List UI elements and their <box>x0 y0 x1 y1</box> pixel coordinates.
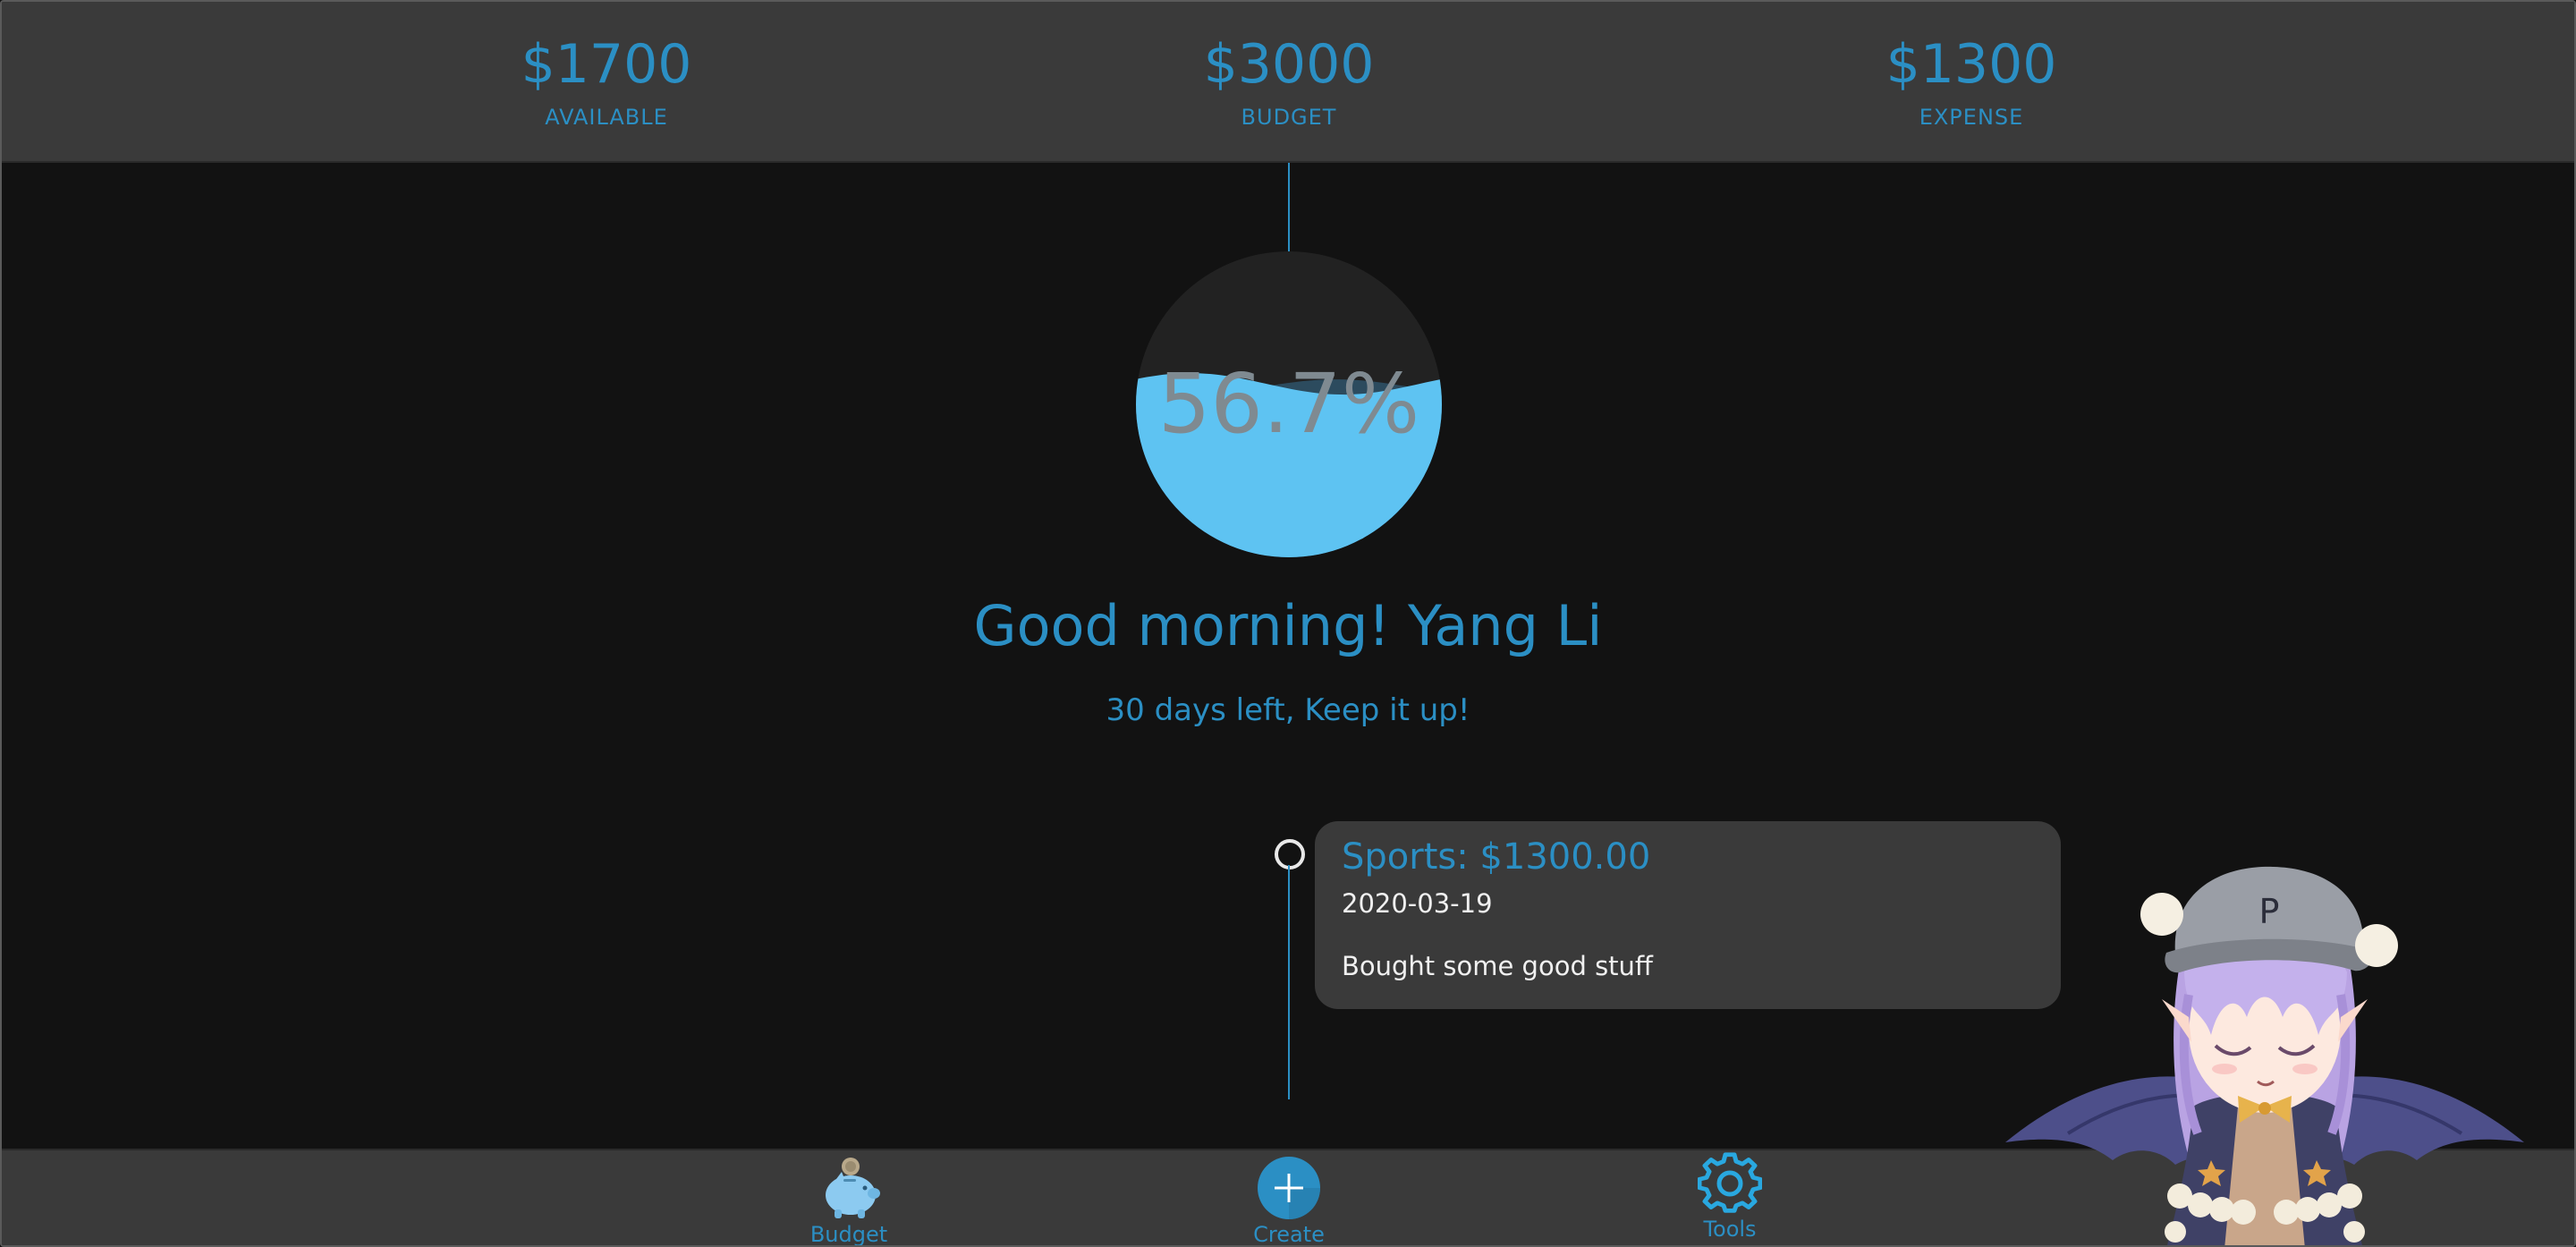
nav-create[interactable]: Create <box>1199 1150 1378 1247</box>
nav-budget-label: Budget <box>809 1222 888 1247</box>
water-wave-graphic <box>1136 251 1442 557</box>
app-window: $1700 AVAILABLE $3000 BUDGET $1300 EXPEN… <box>0 0 2576 1247</box>
available-stat: $1700 AVAILABLE <box>428 32 785 131</box>
budget-amount: $3000 <box>1203 33 1375 96</box>
expense-stat: $1300 EXPENSE <box>1792 32 2150 131</box>
available-label: AVAILABLE <box>545 105 668 130</box>
expense-amount: $1300 <box>1885 33 2057 96</box>
svg-text:P: P <box>2259 892 2280 931</box>
greeting-subtitle: 30 days left, Keep it up! <box>1106 692 1470 728</box>
timeline-line-bottom <box>1288 865 1290 1099</box>
nav-create-label: Create <box>1253 1222 1325 1247</box>
nav-tools-label: Tools <box>1703 1217 1757 1242</box>
mascot-character-image: P <box>2005 866 2524 1245</box>
budget-label: BUDGET <box>1241 105 1337 130</box>
entry-date: 2020-03-19 <box>1342 888 1493 919</box>
entry-title: Sports: $1300.00 <box>1342 836 1651 878</box>
summary-header: $1700 AVAILABLE $3000 BUDGET $1300 EXPEN… <box>2 2 2574 163</box>
available-amount: $1700 <box>521 33 692 96</box>
timeline-dot <box>1275 839 1305 870</box>
budget-stat: $3000 BUDGET <box>1110 32 1468 131</box>
piggy-bank-icon <box>826 1158 880 1218</box>
budget-progress-circle: 56.7% <box>1136 251 1442 557</box>
water-fill <box>1136 373 1442 557</box>
nav-budget[interactable]: Budget <box>759 1150 938 1247</box>
entry-note: Bought some good stuff <box>1342 951 1653 981</box>
gear-icon <box>1698 1152 1762 1213</box>
greeting-title: Good morning! Yang Li <box>973 593 1603 658</box>
nav-tools[interactable]: Tools <box>1640 1150 1819 1245</box>
expense-entry-card[interactable]: Sports: $1300.00 2020-03-19 Bought some … <box>1315 821 2061 1009</box>
expense-label: EXPENSE <box>1919 105 2024 130</box>
timeline-line-top <box>1288 163 1290 252</box>
plus-icon <box>1258 1157 1320 1219</box>
